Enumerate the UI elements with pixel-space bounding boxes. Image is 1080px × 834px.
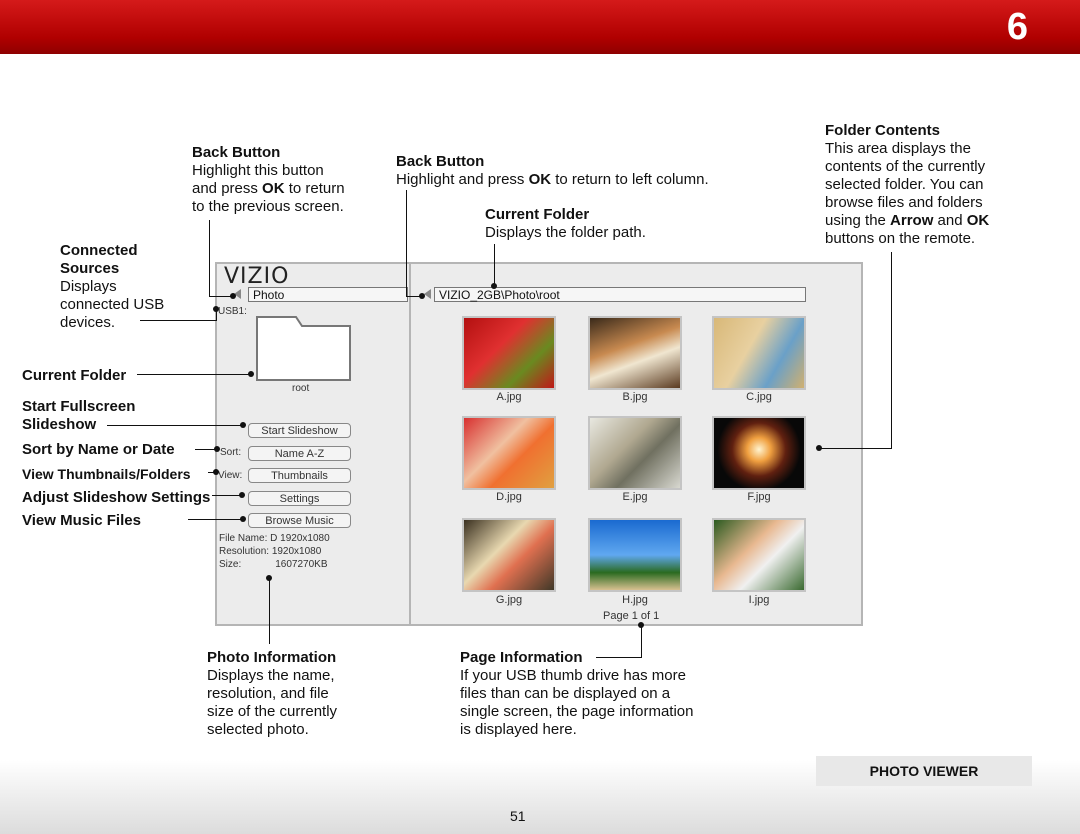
vizio-logo: VIZIO	[224, 264, 290, 289]
header-bar	[0, 0, 1080, 54]
annotation-current-folder-path: Current Folder Displays the folder path.	[485, 206, 646, 241]
folder-path-bar: VIZIO_2GB\Photo\root	[434, 287, 806, 302]
callout-line	[137, 374, 251, 375]
view-select[interactable]: Thumbnails	[248, 468, 351, 483]
thumbnail-b[interactable]	[588, 316, 682, 390]
callout-dot	[213, 306, 219, 312]
callout-dot	[491, 283, 497, 289]
thumbnail-d[interactable]	[462, 416, 556, 490]
callout-dot	[248, 371, 254, 377]
start-slideshow-button[interactable]: Start Slideshow	[248, 423, 351, 438]
thumbnail-c[interactable]	[712, 316, 806, 390]
back-arrow-icon[interactable]	[424, 289, 431, 299]
thumbnail-caption: C.jpg	[746, 391, 772, 403]
callout-line	[406, 190, 407, 296]
thumbnail-caption: D.jpg	[496, 491, 522, 503]
callout-dot	[239, 492, 245, 498]
thumbnail-i[interactable]	[712, 518, 806, 592]
label-current-folder: Current Folder	[22, 367, 127, 384]
annotation-photo-information: Photo Information Displays the name, res…	[207, 649, 338, 738]
callout-line	[891, 252, 892, 448]
callout-dot	[419, 293, 425, 299]
callout-dot	[240, 422, 246, 428]
page-number: 51	[510, 808, 526, 824]
annotation-back-button-right: Back Button Highlight and press OK to re…	[396, 153, 709, 188]
view-label: View:	[218, 470, 243, 481]
thumbnail-caption: E.jpg	[622, 491, 648, 503]
label-start-fullscreen: Start Fullscreen Slideshow	[22, 398, 136, 433]
sort-select[interactable]: Name A-Z	[248, 446, 351, 461]
browse-music-button[interactable]: Browse Music	[248, 513, 351, 528]
page-indicator: Page 1 of 1	[603, 610, 660, 622]
section-label: PHOTO VIEWER	[816, 756, 1032, 786]
callout-line	[494, 244, 495, 286]
callout-line	[209, 220, 210, 296]
thumbnail-h[interactable]	[588, 518, 682, 592]
callout-dot	[214, 446, 220, 452]
thumbnail-caption: G.jpg	[495, 594, 523, 606]
left-path-bar: Photo	[248, 287, 408, 302]
annotation-connected-sources: Connected Sources Displays connected USB…	[60, 242, 165, 331]
callout-dot	[266, 575, 272, 581]
callout-dot	[240, 516, 246, 522]
callout-dot	[213, 469, 219, 475]
thumbnail-a[interactable]	[462, 316, 556, 390]
settings-button[interactable]: Settings	[248, 491, 351, 506]
callout-line	[596, 657, 642, 658]
callout-dot	[230, 293, 236, 299]
callout-line	[188, 519, 243, 520]
sort-label: Sort:	[220, 447, 242, 458]
thumbnail-caption: B.jpg	[622, 391, 648, 403]
thumbnail-caption: I.jpg	[748, 594, 770, 606]
thumbnail-g[interactable]	[462, 518, 556, 592]
callout-line	[140, 320, 216, 321]
annotation-folder-contents: Folder Contents This area displays the c…	[825, 122, 990, 247]
callout-dot	[638, 622, 644, 628]
folder-icon[interactable]	[256, 316, 352, 382]
thumbnail-caption: F.jpg	[747, 491, 771, 503]
callout-line	[212, 495, 242, 496]
label-view: View Thumbnails/Folders	[22, 466, 191, 482]
label-settings: Adjust Slideshow Settings	[22, 489, 211, 506]
thumbnail-caption: A.jpg	[496, 391, 522, 403]
callout-line	[641, 626, 642, 658]
thumbnail-caption: H.jpg	[622, 594, 648, 606]
callout-line	[269, 578, 270, 644]
callout-line	[107, 425, 241, 426]
callout-line	[820, 448, 892, 449]
callout-dot	[816, 445, 822, 451]
annotation-page-information: Page Information If your USB thumb drive…	[460, 649, 694, 738]
annotation-back-button-left: Back Button Highlight this button and pr…	[192, 144, 345, 215]
label-music: View Music Files	[22, 512, 141, 529]
column-divider	[409, 263, 411, 625]
folder-name: root	[292, 383, 310, 394]
file-information: File Name: D 1920x1080 Resolution: 1920x…	[219, 533, 330, 570]
label-sort: Sort by Name or Date	[22, 441, 175, 458]
thumbnail-f[interactable]	[712, 416, 806, 490]
thumbnail-e[interactable]	[588, 416, 682, 490]
chapter-number: 6	[1006, 6, 1028, 48]
usb-source-label[interactable]: USB1:	[218, 306, 247, 317]
